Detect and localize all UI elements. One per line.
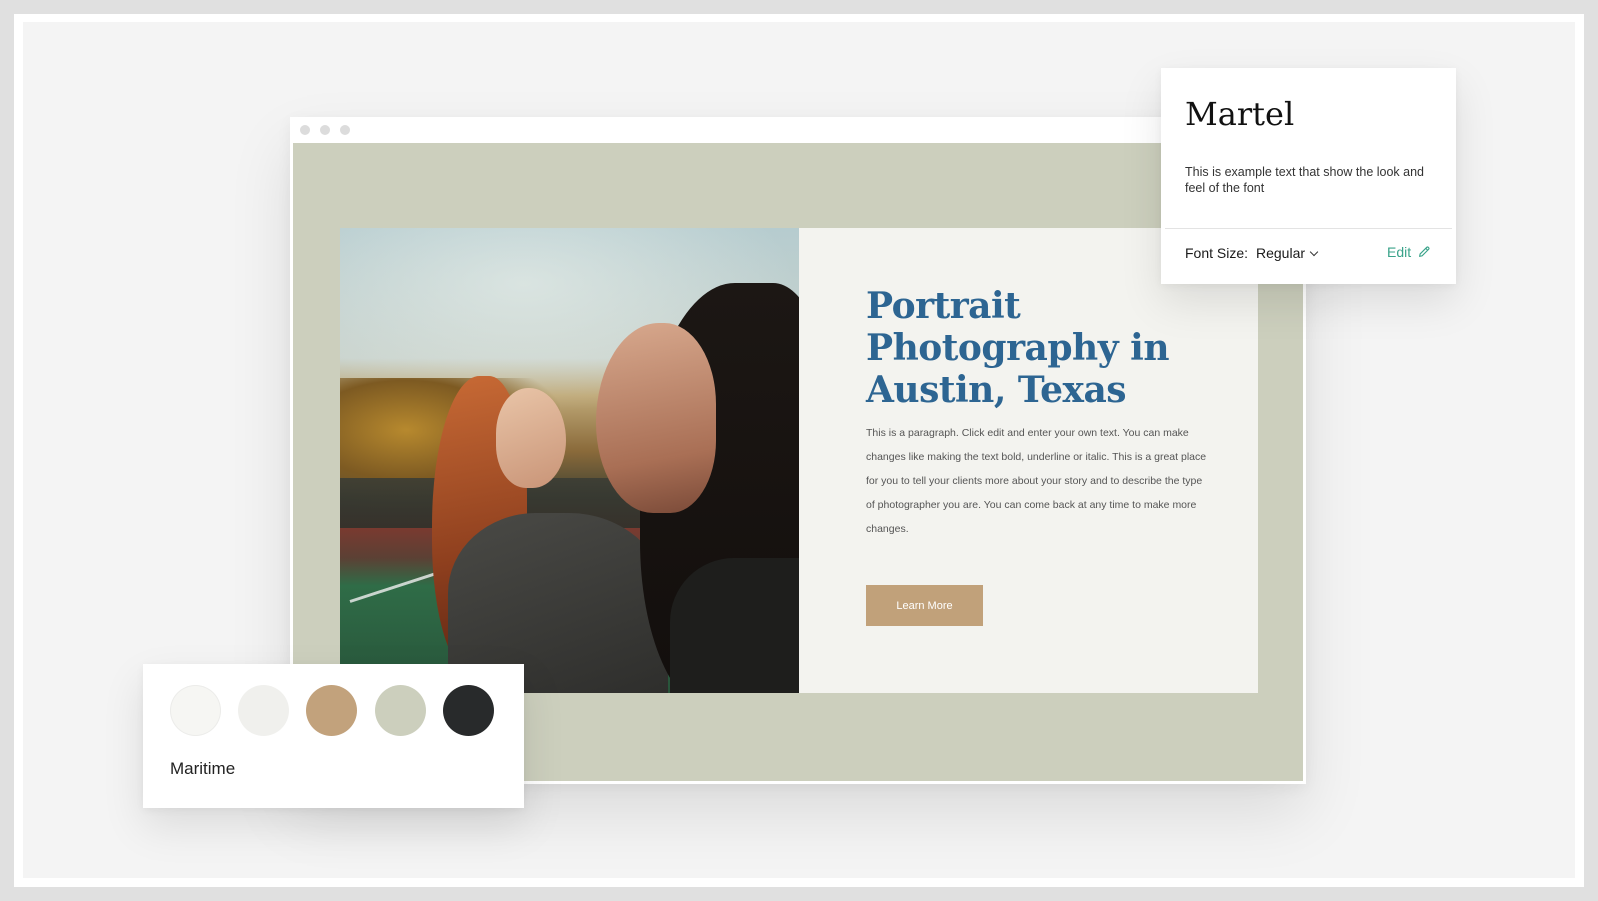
palette-name: Maritime (170, 759, 236, 778)
hero-section: Portrait Photography in Austin, Texas Th… (340, 228, 1258, 693)
font-name: Martel (1185, 95, 1295, 133)
color-swatch (306, 685, 357, 736)
learn-more-button[interactable]: Learn More (866, 585, 983, 626)
color-swatch (170, 685, 221, 736)
window-dot-icon (300, 125, 310, 135)
font-sample-text: This is example text that show the look … (1185, 165, 1425, 195)
font-size-value: Regular (1256, 245, 1306, 261)
chevron-down-icon (1309, 247, 1319, 256)
hero-text-panel: Portrait Photography in Austin, Texas Th… (799, 228, 1258, 693)
font-card: Martel This is example text that show th… (1161, 68, 1456, 284)
edit-font-link[interactable]: Edit (1387, 244, 1431, 260)
color-swatch (238, 685, 289, 736)
hero-title: Portrait Photography in Austin, Texas (866, 285, 1170, 411)
photo-subject-face (596, 323, 716, 513)
window-dot-icon (340, 125, 350, 135)
stage: Portrait Photography in Austin, Texas Th… (23, 22, 1575, 878)
edit-label: Edit (1387, 244, 1412, 260)
browser-title-bar (290, 117, 1306, 143)
color-swatch (443, 685, 494, 736)
divider (1165, 228, 1452, 229)
photo-subject-face (496, 388, 566, 488)
photo-subject-body (670, 558, 799, 693)
hero-paragraph: This is a paragraph. Click edit and ente… (866, 427, 1207, 535)
font-size-label: Font Size: (1185, 245, 1249, 261)
window-dot-icon (320, 125, 330, 135)
font-size-dropdown[interactable]: Regular (1256, 245, 1319, 261)
hero-photo (340, 228, 799, 693)
palette-card[interactable]: Maritime (143, 664, 524, 808)
pencil-icon (1419, 246, 1430, 257)
color-swatch (375, 685, 426, 736)
